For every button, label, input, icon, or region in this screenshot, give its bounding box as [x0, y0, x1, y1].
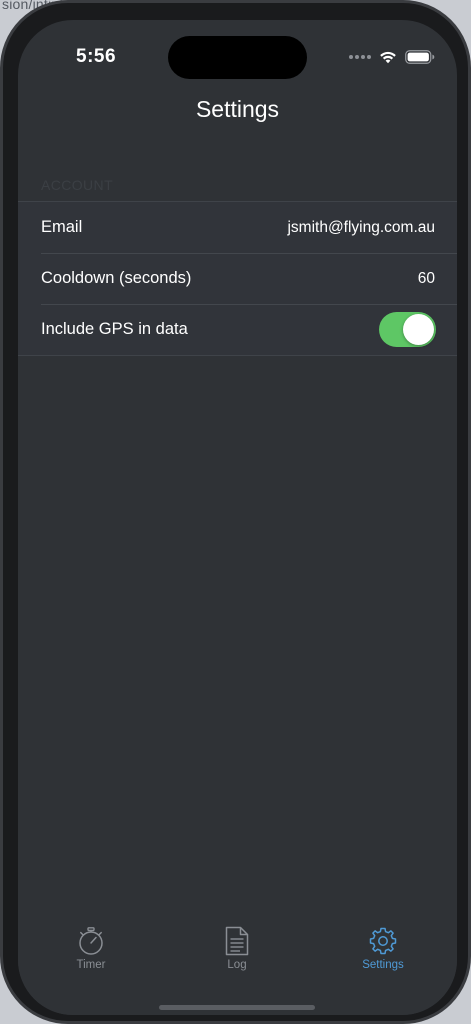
stopwatch-icon — [79, 927, 103, 955]
settings-row-gps: Include GPS in data — [18, 304, 457, 355]
gps-label: Include GPS in data — [41, 320, 188, 338]
section-header-account: ACCOUNT — [41, 177, 114, 193]
settings-group-account: Email jsmith@flying.com.au Cooldown (sec… — [18, 201, 457, 356]
gps-toggle[interactable] — [379, 312, 436, 347]
cooldown-value[interactable]: 60 — [418, 270, 435, 288]
cooldown-label: Cooldown (seconds) — [41, 269, 192, 287]
status-bar: 5:56 — [18, 20, 457, 80]
tab-log-label: Log — [227, 959, 247, 971]
dynamic-island — [168, 36, 307, 79]
tab-settings[interactable]: Settings — [338, 926, 428, 971]
phone-frame: 5:56 Settings ACCOUNT Email jsmith@flyin… — [0, 0, 471, 1024]
wifi-icon — [380, 51, 396, 64]
signal-dots-icon — [349, 55, 371, 59]
gear-icon — [369, 927, 397, 955]
gps-toggle-knob — [403, 314, 434, 345]
email-label: Email — [41, 218, 83, 236]
settings-row-email[interactable]: Email jsmith@flying.com.au — [18, 202, 457, 253]
tab-bar: Timer Log Settings — [18, 916, 457, 1015]
document-icon — [225, 926, 249, 956]
tab-log[interactable]: Log — [192, 926, 282, 971]
email-value[interactable]: jsmith@flying.com.au — [287, 219, 435, 237]
status-icons — [349, 47, 435, 67]
page-title: Settings — [195, 96, 280, 122]
tab-settings-label: Settings — [362, 959, 404, 971]
home-indicator[interactable] — [159, 1005, 315, 1010]
tab-timer[interactable]: Timer — [46, 926, 136, 971]
settings-row-cooldown[interactable]: Cooldown (seconds) 60 — [18, 253, 457, 304]
tab-timer-label: Timer — [76, 959, 106, 971]
battery-icon — [405, 50, 435, 64]
status-time: 5:56 — [76, 46, 117, 67]
phone-screen: 5:56 Settings ACCOUNT Email jsmith@flyin… — [18, 20, 457, 1015]
